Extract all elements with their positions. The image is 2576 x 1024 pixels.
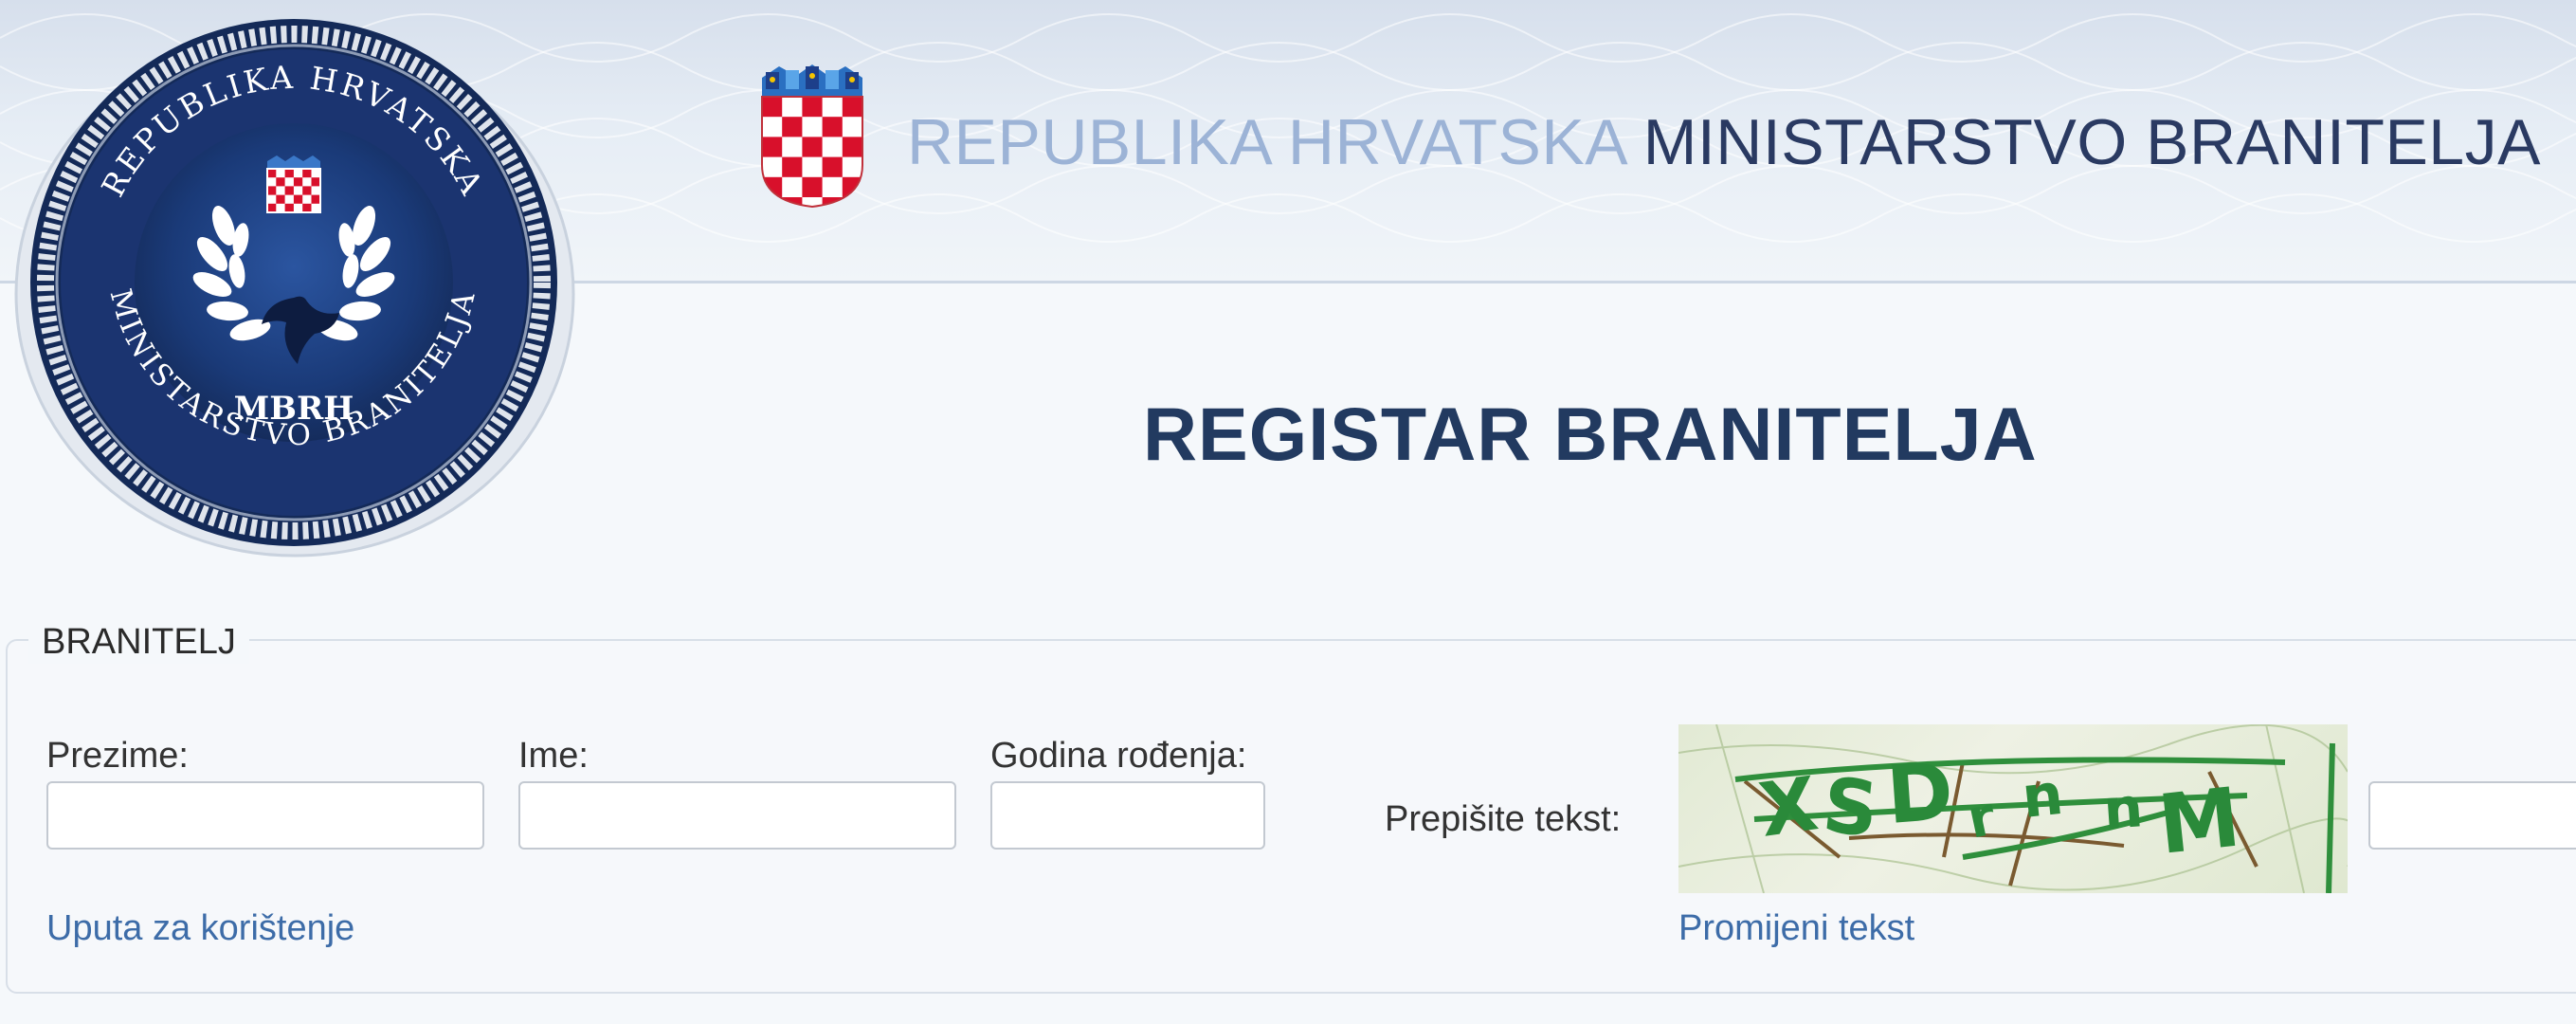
name-label: Ime: [518, 736, 589, 776]
surname-input[interactable] [46, 781, 484, 850]
seal-abbreviation: MBRH [234, 390, 354, 428]
instructions-link[interactable]: Uputa za korištenje [46, 906, 354, 950]
croatian-coat-of-arms-icon [761, 64, 863, 209]
svg-text:D: D [1884, 744, 1956, 842]
svg-text:M: M [2154, 770, 2245, 872]
ministry-seal-logo[interactable]: REPUBLIKA HRVATSKA MINISTARSTVO BRANITEL… [13, 17, 576, 559]
birth-year-input[interactable] [990, 781, 1265, 850]
name-input[interactable] [518, 781, 956, 850]
change-captcha-link[interactable]: Promijeni tekst [1678, 906, 1914, 950]
svg-text:n: n [2101, 775, 2145, 842]
header-title: REPUBLIKA HRVATSKA MINISTARSTVO BRANITEL… [907, 102, 2541, 182]
captcha-label: Prepišite tekst: [1385, 799, 1622, 839]
svg-text:S: S [1819, 760, 1882, 854]
header-ministarstvo: MINISTARSTVO BRANITELJA [1642, 106, 2541, 178]
page-title: REGISTAR BRANITELJA [1143, 392, 2038, 476]
surname-label: Prezime: [46, 736, 189, 776]
svg-text:n: n [2019, 761, 2066, 832]
header-republika: REPUBLIKA HRVATSKA [907, 106, 1625, 178]
fieldset-legend: BRANITELJ [28, 620, 249, 664]
captcha-input[interactable] [2368, 781, 2576, 850]
captcha-image: X S D r n n M [1678, 724, 2348, 893]
svg-text:r: r [1962, 785, 2001, 850]
svg-text:X: X [1754, 761, 1823, 853]
birth-year-label: Godina rođenja: [990, 736, 1247, 776]
